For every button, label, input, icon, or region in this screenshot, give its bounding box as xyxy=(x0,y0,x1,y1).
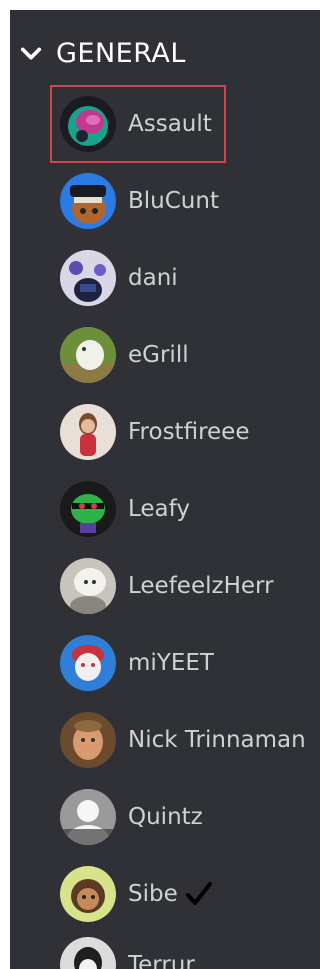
avatar xyxy=(60,327,116,383)
member-name: Terrur xyxy=(128,952,195,969)
voice-channel-panel: GENERAL Assault BluCunt dani eGrill Fros… xyxy=(10,10,320,969)
member-item-blucunt[interactable]: BluCunt xyxy=(60,172,219,230)
avatar xyxy=(60,96,116,152)
avatar xyxy=(60,558,116,614)
channel-header-general[interactable]: GENERAL xyxy=(20,38,186,69)
member-item-miyeet[interactable]: miYEET xyxy=(60,634,214,692)
avatar xyxy=(60,712,116,768)
member-name: eGrill xyxy=(128,342,189,368)
avatar xyxy=(60,250,116,306)
member-item-egrill[interactable]: eGrill xyxy=(60,326,189,384)
member-item-assault[interactable]: Assault xyxy=(60,95,212,153)
member-name: Sibe xyxy=(128,881,178,907)
member-name: Frostfireee xyxy=(128,419,250,445)
member-item-frostfireee[interactable]: Frostfireee xyxy=(60,403,249,461)
member-item-dani[interactable]: dani xyxy=(60,249,178,307)
avatar xyxy=(60,866,116,922)
member-name: Nick Trinnaman xyxy=(128,727,306,753)
chevron-down-icon[interactable] xyxy=(20,43,42,65)
member-name: BluCunt xyxy=(128,188,219,214)
avatar xyxy=(60,937,116,969)
avatar xyxy=(60,789,116,845)
avatar xyxy=(60,481,116,537)
member-name: Assault xyxy=(128,111,212,137)
member-name: dani xyxy=(128,265,178,291)
member-item-terrur[interactable]: Terrur xyxy=(60,936,195,969)
member-name: LeefeelzHerr xyxy=(128,573,274,599)
member-name: miYEET xyxy=(128,650,214,676)
avatar xyxy=(60,404,116,460)
avatar xyxy=(60,635,116,691)
member-item-nick-trinnaman[interactable]: Nick Trinnaman xyxy=(60,711,306,769)
member-item-leefeelzherr[interactable]: LeefeelzHerr xyxy=(60,557,274,615)
member-name: Quintz xyxy=(128,804,203,830)
member-name: Leafy xyxy=(128,496,190,522)
member-item-leafy[interactable]: Leafy xyxy=(60,480,190,538)
channel-title: GENERAL xyxy=(56,38,186,69)
avatar xyxy=(60,173,116,229)
member-item-quintz[interactable]: Quintz xyxy=(60,788,203,846)
checkmark-icon xyxy=(185,882,212,905)
member-item-sibe[interactable]: Sibe xyxy=(60,865,212,923)
